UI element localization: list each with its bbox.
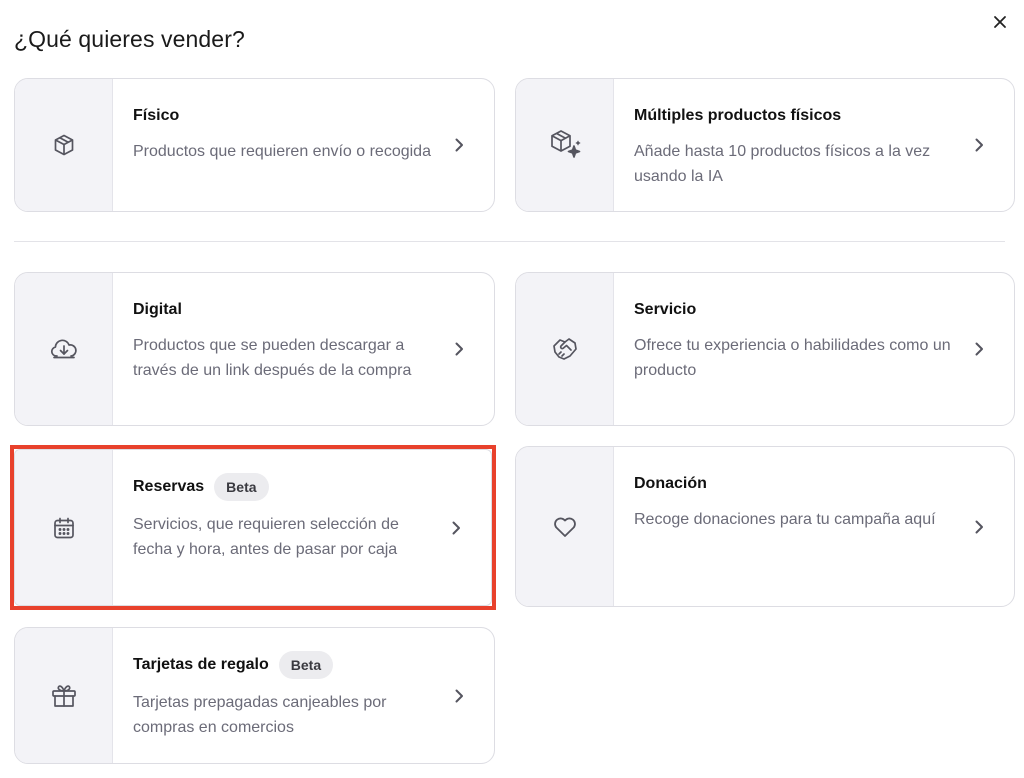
- card-title: Múltiples productos físicos: [634, 107, 842, 124]
- card-title: Tarjetas de regalo: [133, 656, 269, 673]
- chevron-right-icon: [455, 689, 463, 702]
- icon-panel: [15, 450, 113, 605]
- card-description: Productos que requieren envío o recogida: [133, 143, 431, 160]
- card-title: Digital: [133, 301, 182, 318]
- gift-icon: [51, 684, 76, 707]
- option-card-fisico[interactable]: Físico Productos que requieren envío o r…: [14, 78, 495, 212]
- icon-panel: [516, 79, 614, 211]
- package-icon: [54, 134, 73, 156]
- icon-panel: [516, 273, 614, 425]
- card-description: Servicios, que requieren selección de fe…: [133, 516, 399, 558]
- option-card-digital[interactable]: Digital Productos que se pueden descarga…: [14, 272, 495, 426]
- option-card-multiples[interactable]: Múltiples productos físicos Añade hasta …: [515, 78, 1015, 212]
- option-card-servicio[interactable]: Servicio Ofrece tu experiencia o habilid…: [515, 272, 1015, 426]
- chevron-right-icon: [975, 138, 983, 152]
- card-description: Tarjetas prepagadas canjeables por compr…: [133, 694, 387, 736]
- chevron-right-icon: [975, 342, 983, 356]
- card-title: Reservas: [133, 478, 205, 495]
- calendar-icon: [53, 517, 74, 538]
- beta-badge: Beta: [214, 473, 269, 501]
- handshake-icon: [552, 338, 577, 360]
- card-description: Añade hasta 10 productos físicos a la ve…: [634, 143, 931, 185]
- chevron-right-icon: [455, 342, 463, 356]
- close-icon: [994, 16, 1006, 28]
- section-divider: [14, 241, 1005, 242]
- icon-panel: [15, 628, 113, 763]
- page-title: ¿Qué quieres vender?: [14, 26, 245, 52]
- package-sparkle-icon: [550, 130, 580, 158]
- option-card-reservas[interactable]: Reservas Beta Servicios, que requieren s…: [14, 449, 492, 606]
- option-card-donacion[interactable]: Donación Recoge donaciones para tu campa…: [515, 446, 1015, 607]
- card-title: Servicio: [634, 301, 697, 318]
- option-card-tarjetas[interactable]: Tarjetas de regalo Beta Tarjetas prepaga…: [14, 627, 495, 764]
- chevron-right-icon: [455, 138, 463, 152]
- icon-panel: [15, 273, 113, 425]
- card-title: Físico: [133, 107, 180, 124]
- chevron-right-icon: [452, 521, 460, 534]
- card-title: Donación: [634, 475, 707, 492]
- close-button[interactable]: [988, 10, 1012, 34]
- card-description: Ofrece tu experiencia o habilidades como…: [634, 337, 951, 379]
- icon-panel: [15, 79, 113, 211]
- card-description: Recoge donaciones para tu campaña aquí: [634, 511, 936, 528]
- beta-badge: Beta: [278, 651, 334, 679]
- icon-panel: [516, 447, 614, 606]
- heart-icon: [553, 517, 576, 537]
- cloud-download-icon: [50, 339, 77, 359]
- chevron-right-icon: [975, 520, 983, 533]
- card-description: Productos que se pueden descargar a trav…: [133, 337, 412, 379]
